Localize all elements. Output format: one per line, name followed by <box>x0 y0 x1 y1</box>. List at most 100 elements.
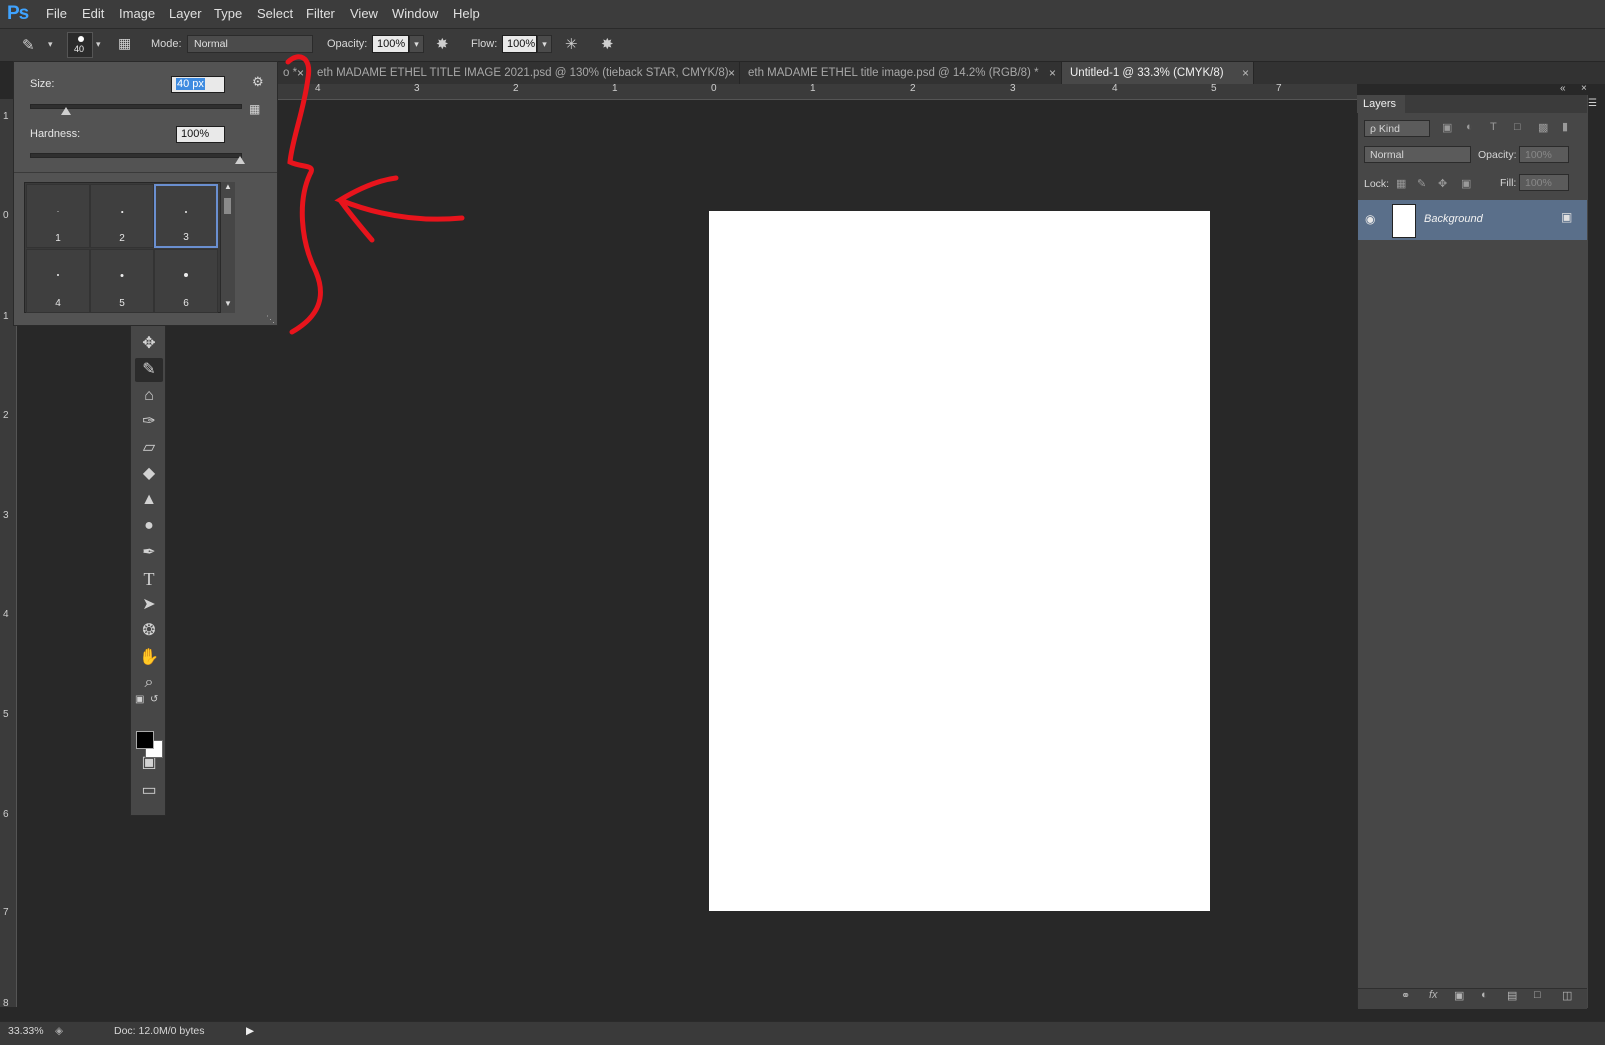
filter-shape-icon[interactable]: □ <box>1514 121 1521 133</box>
menu-layer[interactable]: Layer <box>169 6 202 21</box>
eraser-tool-icon[interactable]: ▱ <box>135 436 163 460</box>
history-brush-tool-icon[interactable]: ✑ <box>135 410 163 434</box>
new-layer-icon[interactable]: □ <box>1534 989 1541 1001</box>
preset-number: 6 <box>183 298 189 309</box>
filter-type-icon[interactable]: T <box>1490 121 1497 133</box>
zoom-level[interactable]: 33.33% <box>8 1025 44 1037</box>
new-group-icon[interactable]: ▤ <box>1507 989 1517 1002</box>
resize-grip-icon[interactable]: ⋱ <box>266 314 275 325</box>
foreground-color-swatch[interactable] <box>136 731 154 749</box>
fill-label: Fill: <box>1500 177 1517 189</box>
add-mask-icon[interactable]: ▣ <box>1454 989 1464 1002</box>
panel-menu-icon[interactable]: ☰ <box>1588 98 1597 109</box>
airbrush-icon[interactable]: ✳ <box>565 35 578 53</box>
status-share-icon[interactable]: ◈ <box>55 1025 63 1037</box>
fx-icon[interactable]: fx <box>1429 989 1438 1001</box>
link-layers-icon[interactable]: ⚭ <box>1401 989 1410 1002</box>
screen-mode-icon[interactable]: ▭ <box>135 779 163 803</box>
status-menu-arrow-icon[interactable]: ▶ <box>246 1025 254 1037</box>
ruler-tick-label: 1 <box>810 83 816 94</box>
brush-preset[interactable]: 5 <box>90 249 154 313</box>
blend-mode-select[interactable]: Normal <box>1364 146 1471 163</box>
path-selection-tool-icon[interactable]: ➤ <box>135 593 163 617</box>
pen-tool-icon[interactable]: ✒ <box>135 541 163 565</box>
custom-shape-tool-icon[interactable]: ❂ <box>135 619 163 643</box>
adjustment-layer-icon[interactable]: ◐ <box>1481 989 1488 1001</box>
brush-preset[interactable]: 1 <box>26 184 90 248</box>
scroll-thumb[interactable] <box>224 198 231 214</box>
scroll-up-icon[interactable]: ▲ <box>224 182 232 191</box>
layer-filter-select[interactable]: ρ Kind <box>1364 120 1430 137</box>
scroll-down-icon[interactable]: ▼ <box>224 299 232 308</box>
ruler-tick-label: 7 <box>3 907 9 918</box>
zoom-tool-icon[interactable]: ⌕ <box>135 671 163 695</box>
brush-picker-arrow-icon[interactable]: ▾ <box>96 39 101 50</box>
filter-adjustment-icon[interactable]: ◐ <box>1466 121 1473 133</box>
type-tool-icon[interactable]: T <box>135 567 163 591</box>
trash-icon[interactable]: ◫ <box>1562 989 1572 1002</box>
hardness-input[interactable]: 100% <box>176 126 225 143</box>
menu-view[interactable]: View <box>350 6 378 21</box>
menu-filter[interactable]: Filter <box>306 6 335 21</box>
eye-icon[interactable]: ◉ <box>1365 212 1375 226</box>
document-canvas[interactable] <box>709 211 1210 911</box>
flow-dropdown-icon[interactable]: ▾ <box>537 35 552 53</box>
brush-preset-grid: 1 2 3 4 5 6 <box>24 182 235 313</box>
layer-name[interactable]: Background <box>1424 213 1483 225</box>
brush-panel-toggle-icon[interactable]: ▦ <box>118 35 131 52</box>
layer-opacity-input[interactable]: 100% <box>1519 146 1569 163</box>
ruler-tick-label: 3 <box>1010 83 1016 94</box>
healing-brush-tool-icon[interactable]: ✥ <box>135 332 163 356</box>
dodge-tool-icon[interactable]: ● <box>135 514 163 538</box>
new-preset-icon[interactable]: ▦ <box>249 102 260 116</box>
clone-stamp-tool-icon[interactable]: ⌂ <box>135 384 163 408</box>
flow-input[interactable]: 100% <box>502 35 537 53</box>
layers-tab[interactable]: Layers <box>1357 95 1405 113</box>
brush-tool-icon[interactable]: ✎ <box>22 36 35 54</box>
menu-file[interactable]: File <box>46 6 67 21</box>
menu-select[interactable]: Select <box>257 6 293 21</box>
menu-edit[interactable]: Edit <box>82 6 104 21</box>
preset-scrollbar[interactable]: ▲ ▼ <box>220 182 235 313</box>
tool-preset-dropdown-icon[interactable]: ▾ <box>48 39 53 50</box>
brush-preset[interactable]: 4 <box>26 249 90 313</box>
hand-tool-icon[interactable]: ✋ <box>135 646 163 670</box>
close-icon[interactable]: × <box>728 62 735 84</box>
hardness-slider-track[interactable] <box>30 153 242 158</box>
lock-position-icon[interactable]: ✥ <box>1438 177 1447 190</box>
brush-preset-selected[interactable]: 3 <box>154 184 218 248</box>
brush-tool-button-icon[interactable]: ✎ <box>135 358 163 382</box>
lock-image-icon[interactable]: ✎ <box>1417 177 1426 190</box>
divider <box>14 172 277 173</box>
menu-window[interactable]: Window <box>392 6 438 21</box>
collapse-panel-icon[interactable]: « <box>1560 83 1566 94</box>
red-annotation-drawing <box>285 54 465 335</box>
tab-doc-3[interactable]: eth MADAME ETHEL title image.psd @ 14.2%… <box>740 62 1062 84</box>
ruler-tick-label: 7 <box>1276 83 1282 94</box>
tab-doc-4[interactable]: Untitled-1 @ 33.3% (CMYK/8) × <box>1062 62 1254 84</box>
close-icon[interactable]: × <box>1049 62 1056 84</box>
filter-pixel-icon[interactable]: ▣ <box>1442 121 1452 134</box>
size-input[interactable]: 40 px <box>171 76 225 93</box>
filter-smart-object-icon[interactable]: ▩ <box>1538 121 1548 134</box>
close-icon[interactable]: × <box>1242 62 1249 84</box>
lock-all-icon[interactable]: ▣ <box>1461 177 1471 190</box>
gear-icon[interactable]: ⚙ <box>252 74 264 90</box>
brush-preset[interactable]: 6 <box>154 249 218 313</box>
default-colors-icon[interactable]: ▣ ↺ <box>135 693 163 707</box>
menu-help[interactable]: Help <box>453 6 480 21</box>
hardness-slider-knob[interactable] <box>235 156 245 164</box>
menu-type[interactable]: Type <box>214 6 242 21</box>
brush-preset[interactable]: 2 <box>90 184 154 248</box>
brush-preview[interactable]: 40 <box>67 32 93 58</box>
filter-toggle-icon[interactable]: ▮ <box>1562 120 1568 133</box>
close-panel-icon[interactable]: × <box>1581 83 1587 94</box>
blur-tool-icon[interactable]: ▲ <box>135 488 163 512</box>
menu-image[interactable]: Image <box>119 6 155 21</box>
lock-transparent-icon[interactable]: ▦ <box>1396 177 1406 190</box>
flow-label: Flow: <box>471 38 498 50</box>
paint-bucket-tool-icon[interactable]: ◆ <box>135 462 163 486</box>
size-slider-knob[interactable] <box>60 107 71 115</box>
fill-input[interactable]: 100% <box>1519 174 1569 191</box>
pressure-size-icon[interactable]: ✸ <box>601 35 614 53</box>
